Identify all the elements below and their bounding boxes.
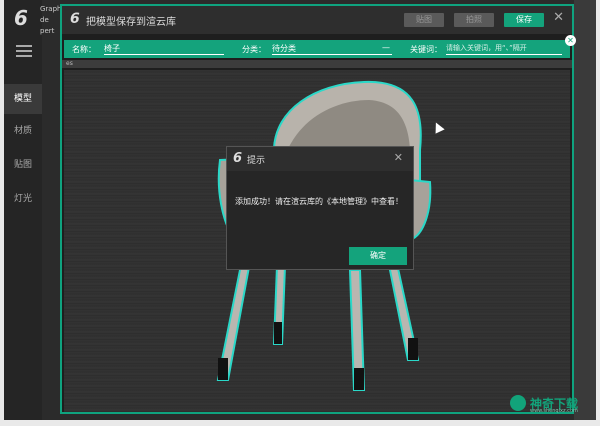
dialog-logo-icon: 6 xyxy=(70,11,80,27)
category-select[interactable]: 待分类 — xyxy=(272,43,392,55)
keywords-placeholder: 请输入关键词，用“、”隔开 xyxy=(446,44,527,52)
photo-button[interactable]: 拍照 xyxy=(454,13,494,27)
category-value: 待分类 xyxy=(272,44,296,53)
top-text-line: de xyxy=(40,16,49,24)
chair-leg-tip xyxy=(408,338,418,360)
left-sidebar: 6 Graph de pert 模型 材质 贴图 灯光 xyxy=(4,0,61,420)
dialog-title: 把模型保存到渲云库 xyxy=(86,17,176,28)
chair-leg-tip xyxy=(354,368,364,390)
menu-icon[interactable] xyxy=(16,45,32,57)
top-text-line: Graph xyxy=(40,5,62,13)
sidebar-item-material[interactable]: 材质 xyxy=(4,116,42,146)
message-logo-icon: 6 xyxy=(233,151,243,166)
sidebar-item-texture[interactable]: 贴图 xyxy=(4,150,42,180)
name-input[interactable]: 椅子 xyxy=(104,43,224,55)
sidebar-item-model[interactable]: 模型 xyxy=(4,84,42,114)
chair-leg-tip xyxy=(218,358,228,380)
clear-icon[interactable]: ✕ xyxy=(565,35,576,46)
sidebar-item-light[interactable]: 灯光 xyxy=(4,184,42,214)
top-left-text: Graph de pert xyxy=(40,4,61,37)
chair-leg-tip xyxy=(274,322,282,344)
app-window: 6 Graph de pert 模型 材质 贴图 灯光 6 把模型保存到渲云库 … xyxy=(4,0,596,420)
keywords-label: 关键词： xyxy=(410,45,442,54)
model-info-bar: 名称： 椅子 分类： 待分类 — 关键词： 请输入关键词，用“、”隔开 xyxy=(64,40,570,58)
keywords-input[interactable]: 请输入关键词，用“、”隔开 xyxy=(446,43,562,55)
watermark: 神奇下载 www.shenqixz.com xyxy=(500,392,596,414)
app-logo-icon: 6 xyxy=(14,6,28,30)
ok-button[interactable]: 确定 xyxy=(349,247,407,265)
watermark-url: www.shenqixz.com xyxy=(530,408,578,414)
dialog-subbar: es xyxy=(62,60,572,68)
message-close-icon[interactable]: ✕ xyxy=(394,151,403,164)
dropdown-icon: — xyxy=(382,43,390,52)
category-label: 分类： xyxy=(242,45,266,54)
top-text-line: pert xyxy=(40,27,55,35)
message-title: 提示 xyxy=(247,156,266,166)
watermark-logo-icon xyxy=(510,395,526,411)
message-header: 6 提示 ✕ xyxy=(227,147,413,171)
name-label: 名称： xyxy=(72,45,96,54)
save-button[interactable]: 保存 xyxy=(504,13,544,27)
dialog-titlebar: 6 把模型保存到渲云库 贴图 拍照 保存 ✕ xyxy=(62,6,572,34)
right-panel-strip xyxy=(574,0,596,420)
message-text: 添加成功！请在渲云库的《本地管理》中查看！ xyxy=(235,197,403,206)
texture-button[interactable]: 贴图 xyxy=(404,13,444,27)
message-box: 6 提示 ✕ 添加成功！请在渲云库的《本地管理》中查看！ 确定 xyxy=(226,146,414,270)
close-icon[interactable]: ✕ xyxy=(553,10,564,25)
